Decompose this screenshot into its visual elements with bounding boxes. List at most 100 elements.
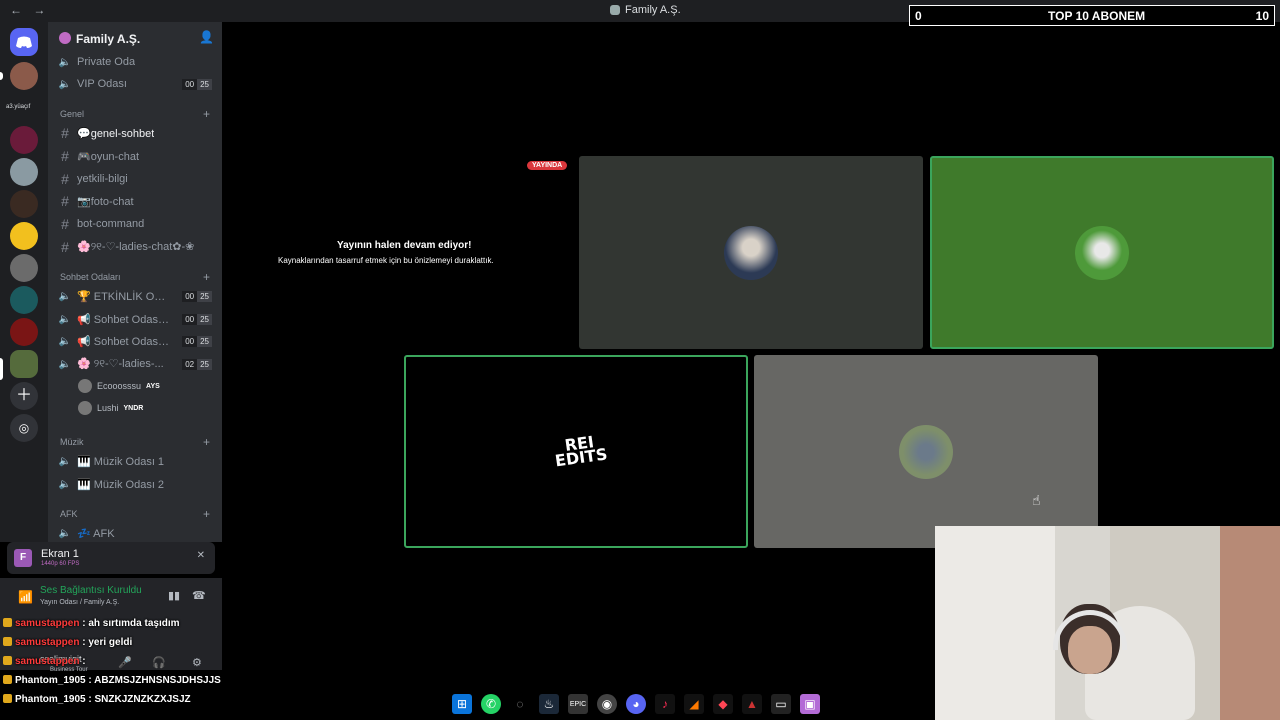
discord-home-icon[interactable] [10, 28, 38, 56]
forward-button[interactable]: → [33, 3, 45, 17]
photos-icon[interactable]: ▣ [800, 694, 820, 714]
create-channel-icon[interactable]: + [203, 270, 210, 284]
server-header[interactable]: Family A.Ş. 👤 [48, 22, 222, 54]
terminal-icon[interactable]: ▭ [771, 694, 791, 714]
stream-subscriber-overlay: 0 TOP 10 ABONEM 10 [909, 5, 1275, 26]
signal-icon[interactable]: 📶 [18, 590, 33, 604]
voice-user[interactable]: Ecooosssu AYS [78, 377, 160, 395]
stop-stream-icon[interactable]: ✕ [197, 550, 205, 561]
add-server-icon[interactable]: ＋ [10, 382, 38, 410]
channel-etkinlik[interactable]: 🔈 🏆 ETKİNLİK Od... 00 25 [58, 286, 212, 306]
participant-avatar [899, 425, 953, 479]
chrome-icon[interactable]: ◉ [597, 694, 617, 714]
server-badge-icon [59, 32, 71, 44]
paused-preview-subtitle: Kaynaklarından tasarruf etmek için bu ön… [278, 256, 494, 265]
voice-connection-bar: 📶 Ses Bağlantısı Kuruldu Yayın Odası / F… [0, 578, 222, 618]
channel-ladies-chat[interactable]: # 🌸୨୧-♡-ladies-chat✿-❀ [58, 237, 212, 257]
user-limit-badge: 00 25 [182, 335, 212, 347]
voice-user[interactable]: Lushi YNDR [78, 399, 143, 417]
disconnect-icon[interactable]: ☎ [192, 589, 206, 602]
paused-preview-title: Yayının halen devam ediyor! [337, 240, 472, 251]
server-rail: a3.yüaçıf ＋ ◎ [0, 22, 48, 542]
overlay-right-count: 10 [1255, 9, 1269, 23]
channel-vip-odasi[interactable]: 🔈 VIP Odası 00 25 [58, 74, 212, 94]
rei-edits-logo: REI EDITS [553, 432, 609, 471]
category-genel[interactable]: Genel [60, 109, 84, 119]
tiktok-icon[interactable]: ♪ [655, 694, 675, 714]
discord-icon[interactable]: ◕ [626, 694, 646, 714]
explore-icon[interactable]: ◎ [10, 414, 38, 442]
server-avatar[interactable] [10, 126, 38, 154]
server-icon [610, 5, 620, 15]
speaker-icon: 🔈 [58, 78, 72, 90]
channel-private-oda[interactable]: 🔈 Private Oda [58, 52, 212, 72]
screen-share-panel[interactable]: F Ekran 1 1440p 60 FPS ✕ [7, 542, 215, 574]
server-avatar[interactable] [10, 318, 38, 346]
server-avatar-selected[interactable] [10, 350, 38, 378]
sub-badge-icon [3, 694, 12, 703]
sub-badge-icon [3, 656, 12, 665]
text-channel-icon: # [61, 239, 69, 255]
category-afk[interactable]: AFK [60, 509, 78, 519]
speaker-icon: 🔈 [58, 335, 72, 347]
sub-badge-icon [3, 675, 12, 684]
channel-foto-chat[interactable]: # 📷foto-chat [58, 191, 212, 211]
windows-icon[interactable]: ⊞ [452, 694, 472, 714]
participant-tile[interactable] [754, 355, 1098, 548]
speaker-active-icon: 🔈 [58, 358, 72, 370]
channel-sidebar: Family A.Ş. 👤 🔈 Private Oda 🔈 VIP Odası … [48, 22, 222, 542]
channel-yetkili-bilgi[interactable]: # yetkili-bilgi [58, 169, 212, 189]
overlay-label: TOP 10 ABONEM [1048, 9, 1146, 23]
server-avatar[interactable] [10, 222, 38, 250]
category-muzik[interactable]: Müzik [60, 437, 84, 447]
user-limit-badge: 02 25 [182, 358, 212, 370]
whatsapp-icon[interactable]: ✆ [481, 694, 501, 714]
webcam-overlay [935, 526, 1280, 720]
channel-genel-sohbet[interactable]: # 💬genel-sohbet [58, 123, 212, 143]
server-avatar[interactable] [10, 286, 38, 314]
channel-ladies-voice[interactable]: 🔈 🌸 ୨୧-♡-ladies-... 02 25 [58, 354, 212, 374]
create-channel-icon[interactable]: + [203, 507, 210, 521]
category-sohbet-odalari[interactable]: Sohbet Odaları [60, 272, 121, 282]
voice-status-title[interactable]: Ses Bağlantısı Kuruldu [40, 585, 142, 596]
game-icon[interactable]: ▲ [742, 694, 762, 714]
channel-afk[interactable]: 🔈 💤 AFK [58, 523, 212, 543]
user-limit-badge: 00 25 [182, 313, 212, 325]
channel-muzik-odasi-1[interactable]: 🔈 🎹 Müzik Odası 1 [58, 451, 212, 471]
channel-oyun-chat[interactable]: # 🎮oyun-chat [58, 146, 212, 166]
nav-buttons: ← → [10, 3, 53, 17]
create-channel-icon[interactable]: + [203, 435, 210, 449]
server-avatar[interactable] [10, 254, 38, 282]
browser-icon[interactable]: ◌ [510, 694, 530, 714]
valorant-icon[interactable]: ◆ [713, 694, 733, 714]
settings-gear-icon[interactable]: ⚙ [192, 656, 202, 669]
user-tag: AYS [146, 382, 160, 390]
server-avatar[interactable] [10, 62, 38, 90]
hand-cursor-icon: ☝ [1032, 492, 1041, 508]
epic-icon[interactable]: EPIC [568, 694, 588, 714]
steam-icon[interactable]: ♨ [539, 694, 559, 714]
headphones-icon[interactable]: 🎧 [152, 656, 166, 669]
server-avatar[interactable] [10, 190, 38, 218]
participant-tile[interactable] [579, 156, 923, 349]
webcam-window [935, 526, 1055, 720]
channel-muzik-odasi-2[interactable]: 🔈 🎹 Müzik Odası 2 [58, 474, 212, 494]
channel-bot-command[interactable]: # bot-command [58, 214, 212, 234]
user-limit-badge: 00 25 [182, 290, 212, 302]
noise-suppression-icon[interactable]: ▮▮ [168, 589, 180, 602]
server-folder-label[interactable]: a3.yüaçıf [6, 104, 30, 110]
taskbar: ⊞ ✆ ◌ ♨ EPIC ◉ ◕ ♪ ◢ ◆ ▲ ▭ ▣ [452, 692, 832, 716]
app-icon[interactable]: ◢ [684, 694, 704, 714]
channel-sohbet-odasi-1[interactable]: 🔈 📢 Sohbet Odası 1 00 25 [58, 309, 212, 329]
speaker-icon: 🔈 [58, 290, 72, 302]
server-avatar[interactable] [10, 158, 38, 186]
invite-people-icon[interactable]: 👤 [199, 30, 214, 44]
channel-sohbet-odasi-2[interactable]: 🔈 📢 Sohbet Odası 2 00 25 [58, 331, 212, 351]
back-button[interactable]: ← [10, 3, 22, 17]
server-unread-indicator [0, 72, 3, 80]
participant-tile-speaking[interactable] [930, 156, 1274, 349]
participant-tile-speaking[interactable]: REI EDITS [404, 355, 748, 548]
microphone-icon[interactable]: 🎤 [118, 656, 132, 669]
create-channel-icon[interactable]: + [203, 107, 210, 121]
chat-message: Phantom_1905 : SNZKJZNZKZXJSJZ [3, 694, 191, 705]
